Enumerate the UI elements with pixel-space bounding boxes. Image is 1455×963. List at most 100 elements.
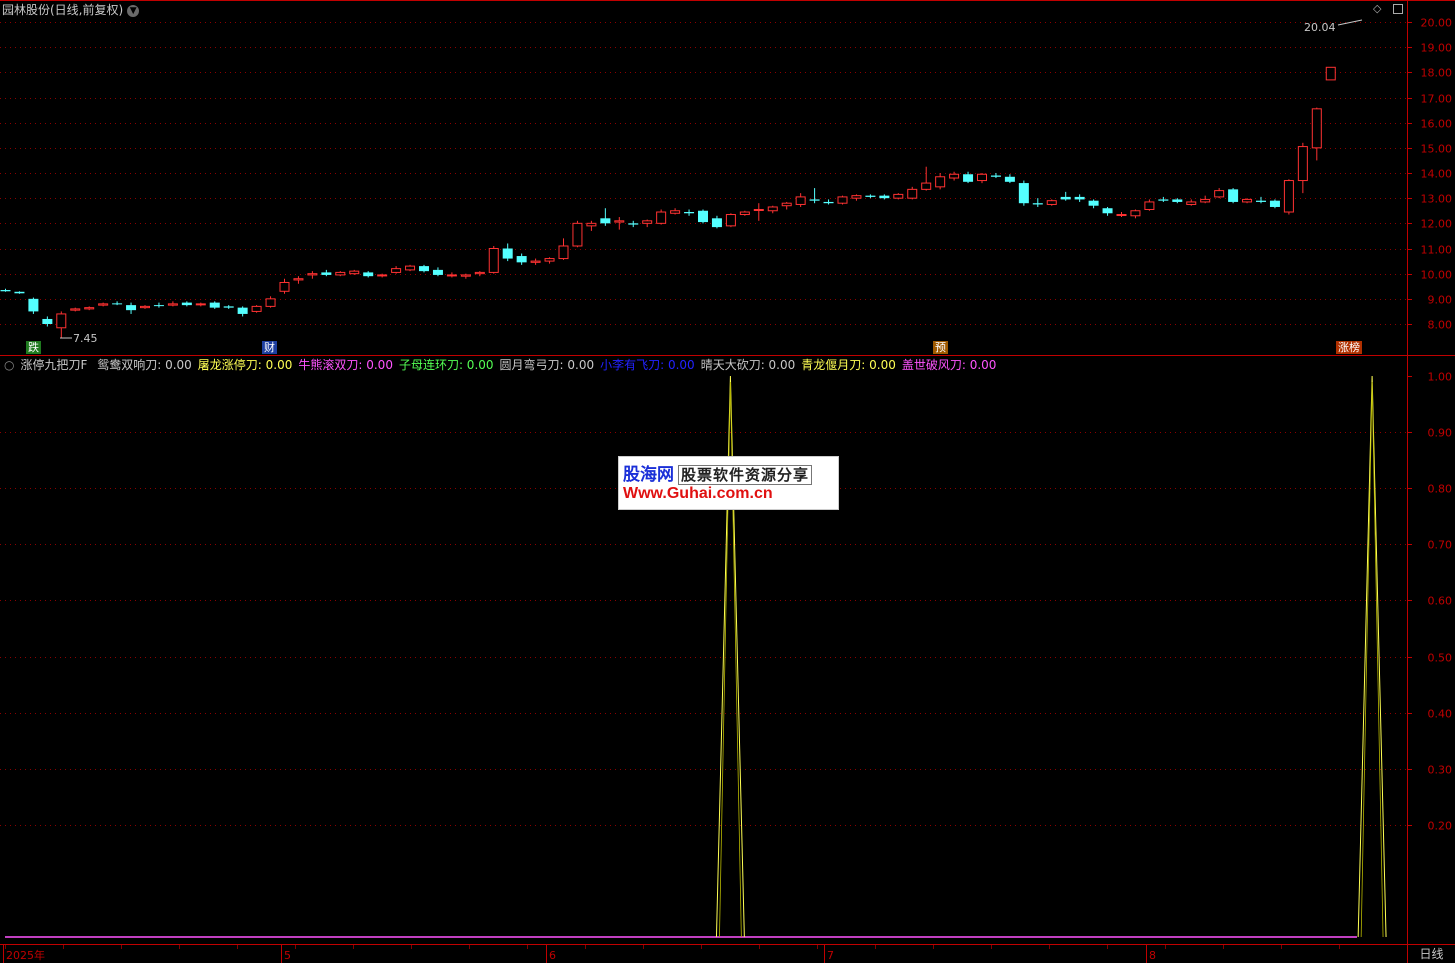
price-tick-label: 15.00 (1421, 143, 1453, 156)
candle (614, 217, 625, 230)
candle (28, 297, 39, 314)
indicator-tick-label: 0.40 (1428, 708, 1453, 721)
candle-body (237, 307, 248, 314)
candle (140, 305, 150, 309)
candle (1214, 188, 1225, 199)
candle-body (1144, 201, 1155, 210)
event-tag-limit-up-list[interactable]: 涨榜 (1336, 341, 1362, 354)
candle (153, 302, 164, 308)
candle-body (363, 272, 374, 277)
candle (335, 271, 346, 277)
candle (1102, 206, 1113, 216)
candle-body (1214, 190, 1225, 198)
candle (558, 238, 569, 260)
candle-body (586, 222, 597, 227)
watermark-slogan: 股票软件资源分享 (678, 465, 813, 485)
indicator-value: 鸳鸯双响刀: 0.00 (97, 358, 192, 372)
candle-body (251, 305, 262, 312)
indicator-value: 盖世破风刀: 0.00 (901, 358, 997, 372)
event-tag-finance[interactable]: 财 (262, 341, 277, 354)
candle (502, 243, 513, 262)
price-tick-label: 17.00 (1421, 93, 1453, 106)
candle-body (0, 290, 11, 292)
min-price-label: 7.45 (73, 332, 98, 345)
candle-body (446, 274, 457, 277)
price-tick-label: 19.00 (1421, 42, 1453, 55)
max-price-label: 20.04 (1304, 21, 1336, 34)
candle (349, 269, 360, 275)
candle-body (670, 210, 681, 214)
candle-body (1032, 203, 1043, 205)
candle (181, 301, 192, 307)
candle (432, 267, 443, 277)
candle-body (684, 212, 695, 214)
candle (446, 272, 457, 278)
watermark: 股海网 股票软件资源分享 Www.Guhai.com.cn (618, 456, 839, 510)
price-axis: 20.00 19.00 18.00 17.00 16.00 15.00 14.00 13.00… (1407, 17, 1452, 332)
candle-body (140, 305, 150, 309)
candle (1158, 196, 1169, 202)
candle-body (1046, 200, 1057, 205)
price-tick-label: 9.00 (1428, 294, 1453, 307)
candle (279, 278, 290, 294)
candle-body (1297, 146, 1308, 182)
candle-body (544, 258, 555, 262)
price-tick-label: 13.00 (1421, 193, 1453, 206)
price-tick-label: 20.00 (1421, 17, 1453, 30)
candle-body (921, 182, 932, 190)
window-toggle-icon[interactable] (1393, 4, 1403, 14)
candle-body (126, 305, 137, 311)
candle-body (181, 302, 192, 306)
candle (1046, 199, 1057, 206)
candle (711, 215, 722, 229)
event-tag-forecast[interactable]: 预 (933, 341, 948, 354)
candle-body (935, 176, 946, 188)
candle-body (977, 173, 987, 182)
candle (293, 276, 304, 284)
indicator-circle-icon[interactable]: ○ (4, 358, 14, 372)
candle-body (1269, 200, 1280, 207)
indicator-tick-label: 1.00 (1428, 371, 1453, 384)
indicator-tick-label: 0.30 (1428, 764, 1453, 777)
candle (42, 316, 53, 327)
candle (488, 245, 499, 274)
candle-body (1102, 208, 1113, 214)
candle (209, 301, 220, 309)
price-tick-label: 14.00 (1421, 168, 1453, 181)
price-tick-label: 12.00 (1421, 218, 1453, 231)
candle (809, 188, 820, 204)
candle (600, 208, 611, 226)
chevron-down-icon[interactable]: ▼ (127, 4, 140, 17)
indicator-tick-label: 0.60 (1428, 595, 1453, 608)
time-label: 6 (549, 949, 556, 962)
candle (530, 258, 541, 265)
candle-body (1060, 196, 1071, 200)
indicator-value: 牛熊滚双刀: 0.00 (298, 358, 393, 372)
candle (1130, 209, 1141, 219)
indicator-value: 晴天大砍刀: 0.00 (700, 358, 796, 372)
candle-body (405, 265, 416, 271)
candle-body (753, 208, 764, 211)
candle (1060, 191, 1071, 201)
indicator-tick-label: 0.20 (1428, 820, 1453, 833)
candle-body (851, 195, 862, 199)
candle-body (502, 248, 513, 259)
event-tag-fall[interactable]: 跌 (26, 341, 41, 354)
candle (1269, 199, 1280, 209)
indicator-name[interactable]: 涨停九把刀F (20, 358, 87, 372)
candle-body (837, 196, 848, 204)
period-tab-daily[interactable]: 日线 (1408, 945, 1455, 963)
stock-title[interactable]: 园林股份(日线,前复权) ▼ (2, 2, 140, 18)
candle-body (377, 274, 388, 277)
candle-body (879, 195, 890, 199)
candle-body (628, 223, 639, 225)
candle-body (1200, 198, 1211, 203)
candlestick-series (0, 66, 1336, 338)
diamond-icon[interactable]: ◇ (1373, 2, 1381, 15)
candle-body (949, 173, 960, 179)
candle-body (432, 269, 443, 275)
candle (642, 219, 653, 228)
candle-body (42, 318, 53, 324)
candle (195, 302, 206, 307)
candle-body (572, 222, 583, 247)
